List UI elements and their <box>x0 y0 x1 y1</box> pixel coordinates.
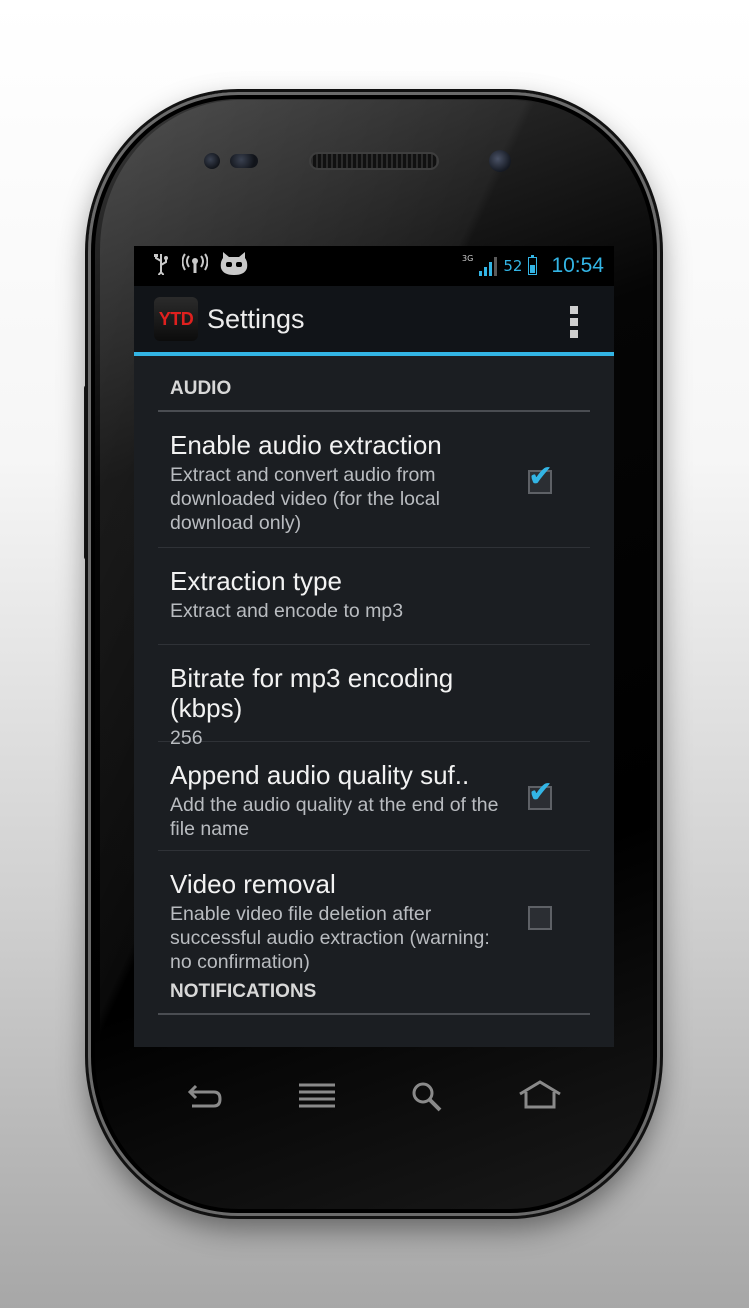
home-icon[interactable] <box>518 1080 562 1115</box>
search-icon[interactable] <box>410 1080 446 1117</box>
pref-bitrate[interactable]: Bitrate for mp3 encoding (kbps) 256 <box>158 645 590 749</box>
clock: 10:54 <box>551 254 604 277</box>
network-type: 3G <box>462 253 474 263</box>
checkmark-icon: ✔ <box>528 775 554 810</box>
pref-title: Extraction type <box>170 566 342 596</box>
checkmark-icon: ✔ <box>528 459 554 494</box>
app-icon[interactable]: YTD <box>154 297 198 341</box>
pref-summary: Add the audio quality at the end of the … <box>170 794 499 840</box>
usb-icon <box>152 253 170 279</box>
category-header-audio: AUDIO <box>158 356 590 412</box>
overflow-menu-icon[interactable] <box>568 306 580 338</box>
screen: 3G 52 10:54 YTD Settings AUDIO Enable au… <box>134 246 614 1047</box>
pref-enable-audio-extraction[interactable]: Enable audio extraction Extract and conv… <box>158 412 590 548</box>
pref-append-audio-quality[interactable]: Append audio quality suf.. Add the audio… <box>158 742 590 851</box>
pref-summary: Extract and encode to mp3 <box>170 600 404 622</box>
pref-title: Bitrate for mp3 encoding (kbps) <box>170 663 454 723</box>
pref-extraction-type[interactable]: Extraction type Extract and encode to mp… <box>158 548 590 645</box>
light-sensor <box>230 154 258 168</box>
battery-percent: 52 <box>503 257 523 275</box>
pref-video-removal[interactable]: Video removal Enable video file deletion… <box>158 851 590 977</box>
status-bar: 3G 52 10:54 <box>134 246 614 286</box>
checkbox-checked[interactable]: ✔ <box>528 778 553 810</box>
checkbox-unchecked[interactable] <box>528 906 552 930</box>
signal-strength-icon <box>479 256 498 276</box>
back-icon[interactable] <box>186 1080 226 1115</box>
navigation-keys <box>0 1080 749 1130</box>
pref-title: Enable audio extraction <box>170 430 442 460</box>
page-title: Settings <box>207 303 305 334</box>
menu-icon[interactable] <box>297 1080 337 1115</box>
pref-summary: Enable video file deletion after success… <box>170 903 490 973</box>
earpiece-speaker <box>309 152 439 170</box>
checkbox-checked[interactable]: ✔ <box>528 462 553 494</box>
pref-title: Append audio quality suf.. <box>170 760 470 790</box>
wireless-icon <box>181 253 209 279</box>
proximity-sensor <box>204 153 220 169</box>
cyanogen-mascot-icon <box>220 252 248 280</box>
action-bar: YTD Settings <box>134 286 614 356</box>
pref-summary: Extract and convert audio from downloade… <box>170 464 440 534</box>
battery-charging-icon <box>528 255 538 275</box>
front-camera <box>489 150 511 172</box>
pref-title: Video removal <box>170 869 336 899</box>
settings-list: AUDIO Enable audio extraction Extract an… <box>134 356 614 1015</box>
